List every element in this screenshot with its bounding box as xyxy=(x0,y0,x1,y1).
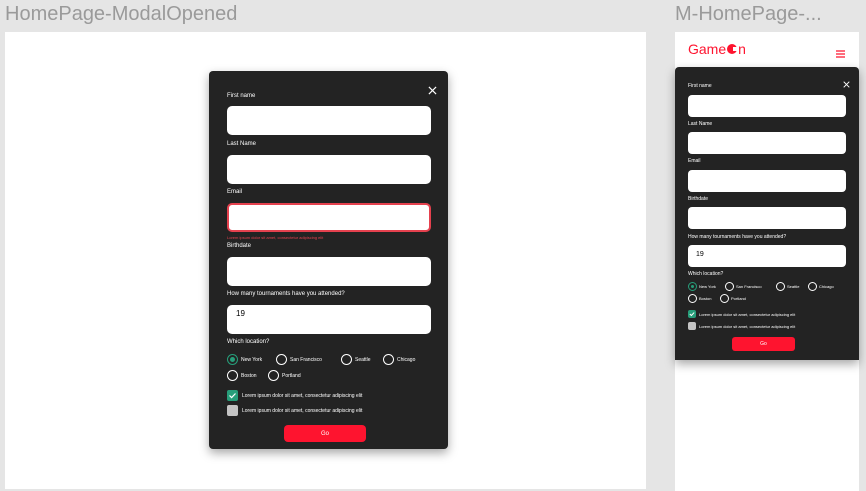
radio-new-york[interactable] xyxy=(227,354,238,365)
mobile-radio-label-boston: Boston xyxy=(699,296,712,301)
newsletter-checkbox[interactable] xyxy=(227,405,238,416)
radio-label-new-york: New York xyxy=(241,357,263,363)
mobile-newsletter-checkbox[interactable] xyxy=(688,322,696,330)
email-error-message: Lorem ipsum dolor sit amet, consectetur … xyxy=(227,235,324,240)
birthdate-field[interactable] xyxy=(227,257,431,286)
mobile-terms-checkbox-label: Lorem ipsum dolor sit amet, consectetur … xyxy=(699,312,796,317)
mobile-radio-label-portland: Portland xyxy=(731,296,746,301)
first-name-field[interactable] xyxy=(227,106,431,135)
mobile-tournaments-value: 19 xyxy=(696,251,704,258)
go-button[interactable]: Go xyxy=(284,425,366,442)
desktop-signup-modal: First name Last Name Email Lorem ipsum d… xyxy=(209,71,448,449)
radio-label-seattle: Seattle xyxy=(355,357,371,363)
mobile-tournaments-field[interactable]: 19 xyxy=(688,245,846,267)
mobile-radio-san-francisco[interactable] xyxy=(725,282,734,291)
mobile-location-label: Which location? xyxy=(688,271,724,277)
mobile-radio-label-new-york: New York xyxy=(699,284,716,289)
radio-seattle[interactable] xyxy=(341,354,352,365)
radio-label-san-francisco: San Francisco xyxy=(290,357,322,363)
mobile-last-name-label: Last Name xyxy=(688,121,713,127)
mobile-radio-portland[interactable] xyxy=(720,294,729,303)
mobile-birthdate-field[interactable] xyxy=(688,207,846,229)
mobile-logo[interactable]: Game n xyxy=(688,41,746,57)
mobile-first-name-field[interactable] xyxy=(688,95,846,117)
mobile-checkmark-icon xyxy=(689,312,695,317)
mobile-birthdate-label: Birthdate xyxy=(688,196,709,202)
terms-checkbox[interactable] xyxy=(227,390,238,401)
close-icon[interactable] xyxy=(428,82,437,95)
mobile-radio-new-york[interactable] xyxy=(688,282,697,291)
mobile-go-button[interactable]: Go xyxy=(732,337,795,351)
radio-chicago[interactable] xyxy=(383,354,394,365)
mobile-radio-seattle[interactable] xyxy=(776,282,785,291)
mobile-radio-label-seattle: Seattle xyxy=(787,284,800,289)
mobile-frame-title: M-HomePage-... xyxy=(675,3,822,25)
logo-text-n: n xyxy=(738,41,746,57)
first-name-label: First name xyxy=(227,93,256,99)
last-name-field[interactable] xyxy=(227,155,431,184)
mobile-radio-label-chicago: Chicago xyxy=(819,284,834,289)
location-label: Which location? xyxy=(227,339,270,345)
mobile-terms-checkbox[interactable] xyxy=(688,310,696,318)
radio-label-portland: Portland xyxy=(282,373,301,379)
tournaments-value: 19 xyxy=(236,309,245,318)
mobile-email-label: Email xyxy=(688,158,701,164)
tournaments-field[interactable]: 19 xyxy=(227,305,431,334)
email-field[interactable] xyxy=(227,203,431,232)
mobile-tournaments-label: How many tournaments have you attended? xyxy=(688,234,787,240)
mobile-newsletter-checkbox-label: Lorem ipsum dolor sit amet, consectetur … xyxy=(699,324,796,329)
radio-portland[interactable] xyxy=(268,370,279,381)
radio-boston[interactable] xyxy=(227,370,238,381)
newsletter-checkbox-label: Lorem ipsum dolor sit amet, consectetur … xyxy=(242,408,363,414)
logo-o-icon xyxy=(727,44,739,54)
mobile-signup-modal: First name Last Name Email Birthdate How… xyxy=(675,67,859,360)
radio-san-francisco[interactable] xyxy=(276,354,287,365)
last-name-label: Last Name xyxy=(227,141,257,147)
hamburger-menu-icon[interactable] xyxy=(836,45,845,58)
mobile-last-name-field[interactable] xyxy=(688,132,846,154)
mobile-first-name-label: First name xyxy=(688,83,712,89)
mobile-close-icon[interactable] xyxy=(843,75,850,88)
birthdate-label: Birthdate xyxy=(227,243,252,249)
desktop-frame-title: HomePage-ModalOpened xyxy=(5,3,238,25)
mobile-email-field[interactable] xyxy=(688,170,846,192)
mobile-radio-label-san-francisco: San Francisco xyxy=(736,284,762,289)
radio-label-boston: Boston xyxy=(241,373,257,379)
email-label: Email xyxy=(227,189,243,195)
mobile-radio-boston[interactable] xyxy=(688,294,697,303)
mobile-radio-chicago[interactable] xyxy=(808,282,817,291)
radio-label-chicago: Chicago xyxy=(397,357,416,363)
tournaments-label: How many tournaments have you attended? xyxy=(227,291,345,297)
terms-checkbox-label: Lorem ipsum dolor sit amet, consectetur … xyxy=(242,393,363,399)
checkmark-icon xyxy=(229,393,236,399)
logo-text-game: Game xyxy=(688,41,727,57)
